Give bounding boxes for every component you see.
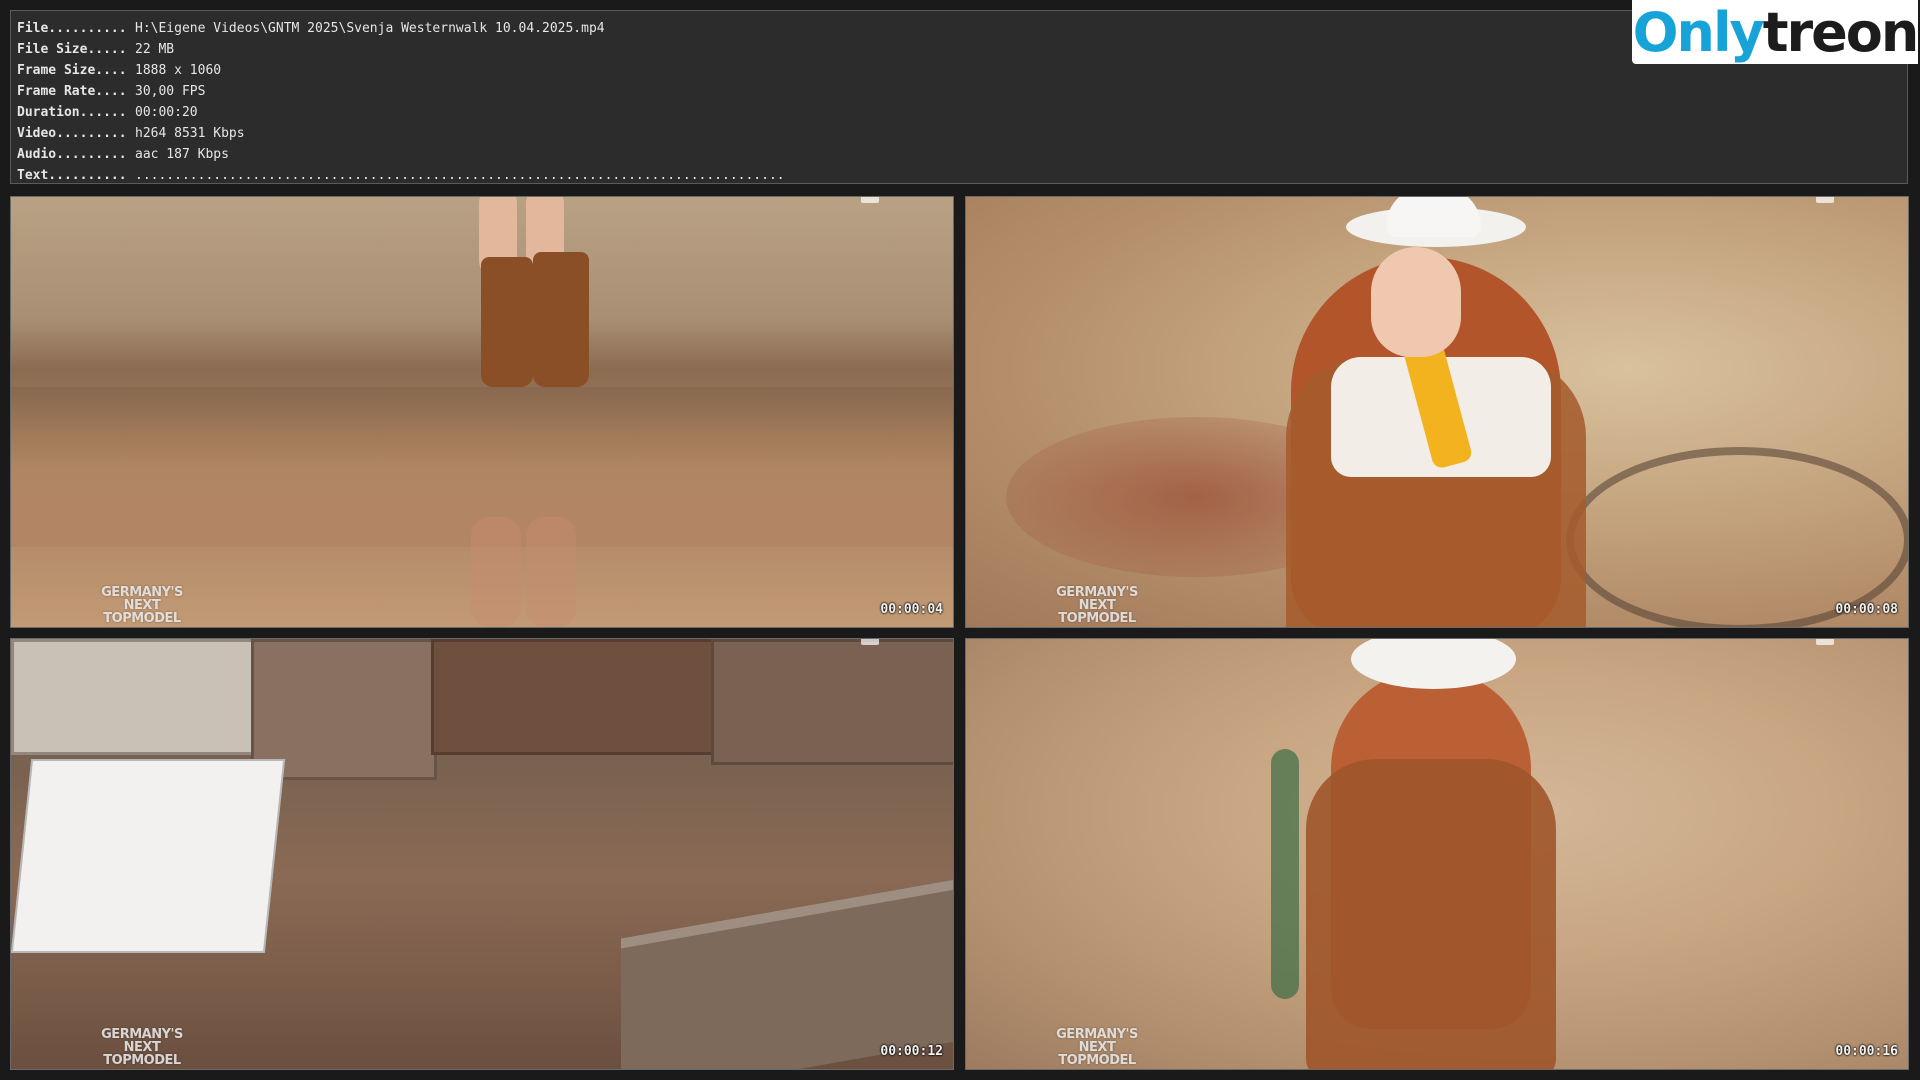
video-info-panel: File.......... H:\Eigene Videos\GNTM 2025… [10,10,1908,184]
scene-cowgirl-front [966,197,1908,627]
corner-marker [1816,197,1834,203]
scene-reflection [526,517,576,627]
gntm-logo: GERMANY'S NEXT TOPMODEL [97,586,187,625]
corner-marker [861,197,879,203]
scene-building [711,639,953,765]
info-label: Text.......... [17,168,127,183]
info-label: Video......... [17,126,127,141]
timestamp: 00:00:08 [1835,602,1898,617]
info-label: Frame Size.... [17,63,127,78]
info-label: Duration...... [17,105,127,120]
thumbnail-3: GERMANY'S NEXT TOPMODEL 00:00:12 [10,638,954,1070]
scene-building [431,639,727,755]
scene-vest [1306,759,1556,1069]
thumbnail-2: GERMANY'S NEXT TOPMODEL 00:00:08 [965,196,1909,628]
info-value: ........................................… [135,168,785,183]
scene-boot [481,257,533,387]
scene-cowgirl-back [966,639,1908,1069]
info-value: 22 MB [135,42,175,57]
info-value: aac 187 Kbps [135,147,229,162]
info-label: File.......... [17,21,127,36]
timestamp: 00:00:12 [880,1044,943,1059]
info-label: Audio......... [17,147,127,162]
scene-boot [533,252,589,387]
scene-western-town [11,639,953,1069]
info-row-file: File.......... H:\Eigene Videos\GNTM 2025… [17,19,605,39]
info-row-frame-rate: Frame Rate.... 30,00 FPS [17,82,205,102]
info-row-file-size: File Size..... 22 MB [17,40,174,60]
info-value: 00:00:20 [135,105,198,120]
logo-line: TOPMODEL [103,1053,181,1068]
gntm-logo: GERMANY'S NEXT TOPMODEL [97,1028,187,1067]
info-value: 1888 x 1060 [135,63,222,78]
corner-marker [861,639,879,645]
info-label: File Size..... [17,42,127,57]
scene-building [11,639,257,755]
timestamp: 00:00:04 [880,602,943,617]
scene-reflection [471,517,521,627]
scene-face [1371,247,1461,357]
logo-line: TOPMODEL [103,611,181,626]
watermark-text-1: Only [1632,0,1765,64]
info-row-audio: Audio......... aac 187 Kbps [17,145,229,165]
contact-sheet: File.......... H:\Eigene Videos\GNTM 2025… [0,0,1920,1080]
scene-tent [11,759,286,953]
logo-line: TOPMODEL [1058,1053,1136,1068]
info-row-duration: Duration...... 00:00:20 [17,103,198,123]
info-row-text: Text....................................… [17,166,785,186]
info-value: 30,00 FPS [135,84,206,99]
scene-wagon [1566,447,1908,627]
info-label: Frame Rate.... [17,84,127,99]
thumbnail-1: GERMANY'S NEXT TOPMODEL 00:00:04 [10,196,954,628]
logo-line: TOPMODEL [1058,611,1136,626]
scene-cactus [1271,749,1299,999]
thumbnail-4: GERMANY'S NEXT TOPMODEL 00:00:16 [965,638,1909,1070]
watermark-badge: Only treon [1632,0,1920,64]
corner-marker [1816,639,1834,645]
info-value: h264 8531 Kbps [135,126,245,141]
gntm-logo: GERMANY'S NEXT TOPMODEL [1052,586,1142,625]
scene-hat-crown [1386,197,1481,237]
info-row-video: Video......... h264 8531 Kbps [17,124,245,144]
timestamp: 00:00:16 [1835,1044,1898,1059]
gntm-logo: GERMANY'S NEXT TOPMODEL [1052,1028,1142,1067]
info-row-frame-size: Frame Size.... 1888 x 1060 [17,61,221,81]
watermark-text-2: treon [1762,0,1920,64]
info-value: H:\Eigene Videos\GNTM 2025\Svenja Wester… [135,21,605,36]
scene-puddle-boots [11,197,953,627]
